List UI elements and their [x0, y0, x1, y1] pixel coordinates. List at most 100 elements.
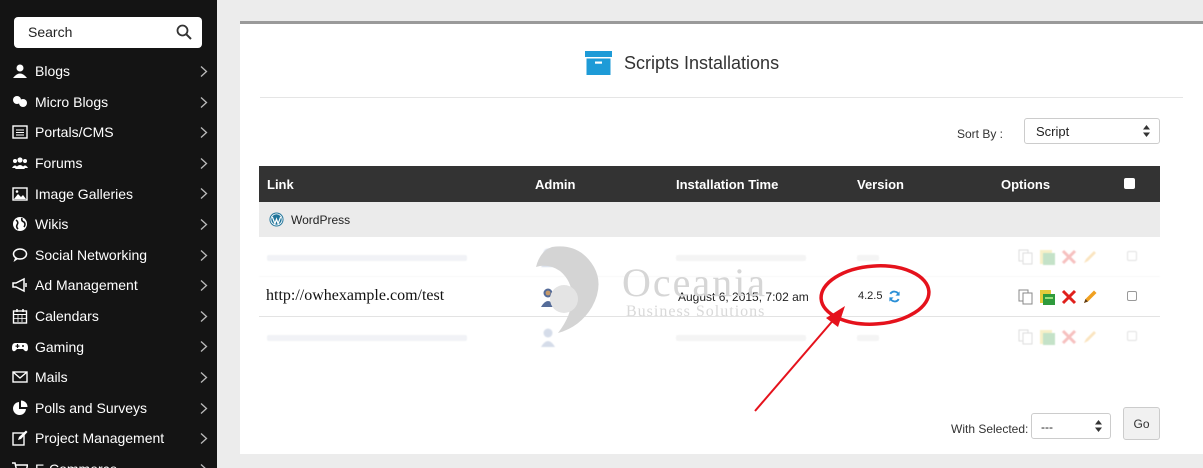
chevron-right-icon [200, 371, 208, 383]
group-icon [12, 155, 28, 171]
upgrade-refresh-icon[interactable] [888, 290, 901, 303]
clone-icon[interactable] [1018, 249, 1034, 265]
sidebar-item-wikis[interactable]: Wikis [0, 209, 217, 240]
admin-login-icon[interactable] [541, 327, 555, 347]
installation-time: August 6, 2015, 7:02 am [678, 290, 809, 304]
sidebar-item-label: Ad Management [35, 277, 138, 294]
admin-login-icon[interactable] [541, 247, 555, 267]
header-divider [260, 97, 1183, 98]
sidebar-item-project-management[interactable]: Project Management [0, 423, 217, 454]
sort-by-select[interactable]: Script [1024, 118, 1160, 144]
image-icon [12, 186, 28, 202]
version-text: 4.2.5 [858, 290, 883, 302]
sidebar-item-label: Mails [35, 369, 68, 386]
sidebar-nav: Blogs Micro Blogs Portals/CMS Forums Image G… [0, 56, 217, 468]
sidebar-item-label: Social Networking [35, 246, 148, 263]
sidebar-item-label: Polls and Surveys [35, 399, 148, 416]
chevron-right-icon [200, 96, 208, 108]
chevron-right-icon [200, 280, 208, 292]
sidebar: Blogs Micro Blogs Portals/CMS Forums Image G… [0, 0, 217, 468]
installation-link[interactable]: http://owhexample.com/test [266, 287, 444, 305]
sidebar-item-label: E-Commerce [35, 461, 117, 468]
remove-icon[interactable] [1061, 249, 1077, 265]
page-title: Scripts Installations [585, 51, 779, 75]
sidebar-item-portals-cms[interactable]: Portals/CMS [0, 117, 217, 148]
chevron-right-icon [200, 127, 208, 139]
gamepad-icon [12, 339, 28, 355]
sidebar-item-e-commerce[interactable]: E-Commerce [0, 454, 217, 468]
chevron-right-icon [200, 433, 208, 445]
sidebar-item-label: Project Management [35, 430, 165, 447]
cart-icon [12, 461, 28, 468]
sidebar-item-ad-management[interactable]: Ad Management [0, 270, 217, 301]
sidebar-item-label: Calendars [35, 308, 99, 325]
select-arrows-icon [1095, 420, 1102, 432]
version-text [857, 255, 879, 261]
search-input[interactable] [28, 24, 168, 40]
sidebar-item-blogs[interactable]: Blogs [0, 56, 217, 87]
search-box[interactable] [14, 17, 202, 48]
version-text [857, 335, 879, 341]
row-checkbox[interactable] [1127, 251, 1137, 261]
table-row: http://owhexample.com/test August 6, 201… [259, 277, 1160, 317]
remove-icon[interactable] [1061, 329, 1077, 345]
sidebar-item-social-networking[interactable]: Social Networking [0, 240, 217, 271]
chevron-right-icon [200, 463, 207, 468]
with-selected-select[interactable]: --- [1031, 413, 1111, 439]
wordpress-icon [269, 212, 284, 227]
calendar-icon [12, 308, 28, 324]
sidebar-item-label: Forums [35, 155, 83, 172]
with-selected-value: --- [1041, 420, 1053, 434]
with-selected-label: With Selected: [951, 422, 1029, 436]
edit-icon [12, 430, 28, 447]
row-checkbox[interactable] [1127, 331, 1137, 341]
row-checkbox[interactable] [1127, 291, 1137, 301]
table-row [259, 317, 1160, 357]
column-header-version[interactable]: Version [857, 177, 904, 192]
search-icon[interactable] [176, 24, 192, 40]
chevron-right-icon [200, 66, 208, 77]
megaphone-icon [12, 277, 28, 293]
column-header-installation-time[interactable]: Installation Time [676, 177, 778, 192]
installation-time [676, 255, 806, 261]
sidebar-item-gaming[interactable]: Gaming [0, 331, 217, 362]
users-chat-icon [12, 94, 28, 110]
user-icon [12, 63, 28, 79]
edit-pencil-icon[interactable] [1082, 329, 1098, 345]
go-button[interactable]: Go [1123, 407, 1160, 440]
globe-icon [12, 216, 28, 232]
edit-pencil-icon[interactable] [1082, 289, 1098, 305]
chevron-right-icon [200, 218, 208, 230]
remove-icon[interactable] [1061, 289, 1077, 305]
sidebar-item-forums[interactable]: Forums [0, 148, 217, 179]
clone-icon[interactable] [1018, 289, 1034, 305]
sidebar-item-mails[interactable]: Mails [0, 362, 217, 393]
group-name: WordPress [291, 213, 351, 227]
clone-icon[interactable] [1018, 329, 1034, 345]
select-all-checkbox[interactable] [1124, 178, 1135, 189]
sort-by-label: Sort By : [957, 127, 1004, 141]
sidebar-item-micro-blogs[interactable]: Micro Blogs [0, 87, 217, 118]
sidebar-item-calendars[interactable]: Calendars [0, 301, 217, 332]
link-text[interactable] [267, 255, 467, 261]
backup-icon[interactable] [1039, 249, 1055, 265]
envelope-icon [12, 369, 28, 385]
sidebar-item-label: Wikis [35, 216, 69, 233]
sidebar-item-label: Blogs [35, 63, 71, 80]
sidebar-item-polls-and-surveys[interactable]: Polls and Surveys [0, 393, 217, 424]
chat-bubble-icon [12, 247, 28, 263]
page-title-text: Scripts Installations [624, 52, 780, 73]
backup-icon[interactable] [1039, 329, 1055, 345]
column-header-link[interactable]: Link [267, 177, 294, 192]
table-header: Link Admin Installation Time Version Opt… [259, 166, 1160, 202]
backup-icon[interactable] [1039, 289, 1055, 305]
link-text[interactable] [267, 335, 467, 341]
column-header-admin[interactable]: Admin [535, 177, 575, 192]
chevron-right-icon [200, 341, 208, 353]
archive-box-icon [585, 51, 612, 75]
edit-pencil-icon[interactable] [1082, 249, 1098, 265]
sort-by-value: Script [1036, 124, 1070, 139]
admin-login-icon[interactable] [541, 287, 555, 307]
sidebar-item-label: Portals/CMS [35, 124, 114, 141]
sidebar-item-image-galleries[interactable]: Image Galleries [0, 178, 217, 209]
